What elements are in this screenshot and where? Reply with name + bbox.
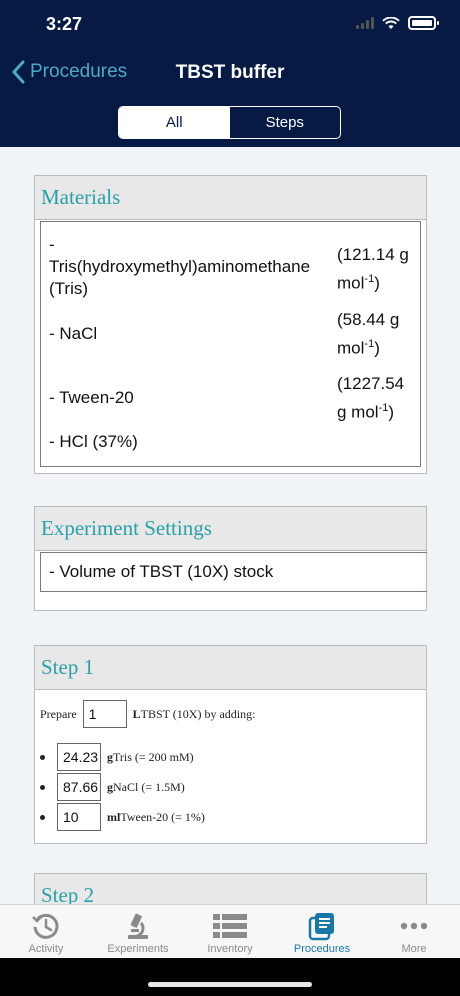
materials-card: Materials - Tris(hydroxymethyl)aminometh… [34, 175, 427, 474]
volume-text: TBST (10X) by adding: [140, 706, 256, 721]
material-name: - NaCl [49, 324, 98, 343]
microscope-icon [128, 913, 148, 939]
materials-header: Materials [35, 176, 426, 220]
more-icon [400, 922, 428, 930]
volume-unit: L [132, 706, 141, 721]
materials-title: Materials [41, 185, 121, 209]
ingredient-row: 10 ml Tween-20 (= 1%) [40, 802, 426, 832]
settings-title: Experiment Settings [41, 516, 212, 540]
clock-icon [32, 913, 59, 939]
volume-input[interactable]: 1 [82, 700, 127, 728]
content-scroll[interactable]: Materials - Tris(hydroxymethyl)aminometh… [0, 147, 460, 904]
procedures-icon [308, 913, 334, 941]
material-row: - Tris(hydroxymethyl)aminomethane (Tris)… [41, 222, 420, 302]
segment-all[interactable]: All [119, 107, 230, 138]
tab-label: Procedures [293, 943, 351, 955]
page-title: TBST buffer [175, 62, 285, 83]
tab-label: Activity [28, 943, 64, 955]
step1-header: Step 1 [35, 646, 426, 690]
step2-header: Step 2 [35, 874, 426, 904]
ingredient-list: 24.23 g Tris (= 200 mM) 87.66 g NaCl (= … [40, 742, 426, 832]
tris-amount-input[interactable]: 24.23 [57, 743, 101, 771]
tab-label: More [401, 943, 427, 955]
ingredient-text: Tris (= 200 mM) [113, 749, 194, 764]
material-row: - NaCl (58.44 g mol-1) [41, 302, 420, 366]
prepare-label: Prepare [40, 706, 77, 721]
battery-icon [408, 16, 439, 30]
status-time: 3:27 [46, 14, 83, 34]
ingredient-text: NaCl (= 1.5M) [113, 779, 185, 794]
list-icon [213, 914, 247, 938]
tab-bar: Activity Experiments Inventory Procedure… [0, 904, 460, 958]
screen: 3:27 Procedures TBST buffer All Steps Ma… [0, 0, 460, 996]
step2-title: Step 2 [41, 883, 95, 904]
step1-body: Prepare 1 L TBST (10X) by adding: 24.23 … [35, 690, 426, 832]
tab-label: Inventory [207, 943, 253, 955]
material-row: - Tween-20 (1227.54 g mol-1) [41, 366, 420, 430]
tab-experiments[interactable]: Experiments [92, 905, 184, 958]
status-icons [356, 16, 439, 30]
bullet [40, 754, 45, 760]
prepare-line: Prepare 1 L TBST (10X) by adding: [40, 700, 426, 728]
bullet [40, 814, 45, 820]
bullet [40, 784, 45, 790]
ingredient-row: 87.66 g NaCl (= 1.5M) [40, 772, 426, 802]
signal-icon [356, 17, 374, 29]
nav-header: 3:27 Procedures TBST buffer All Steps [0, 0, 460, 147]
tab-procedures[interactable]: Procedures [276, 905, 368, 958]
view-segmented-control: All Steps [118, 106, 341, 139]
step2-card: Step 2 [34, 873, 427, 904]
settings-header: Experiment Settings [35, 507, 426, 551]
material-name: - HCl (37%) [49, 432, 138, 451]
tab-label: Experiments [107, 943, 169, 955]
settings-card: Experiment Settings - Volume of TBST (10… [34, 506, 427, 611]
tab-activity[interactable]: Activity [0, 905, 92, 958]
ingredient-unit: ml [107, 809, 121, 824]
step1-title: Step 1 [41, 655, 95, 679]
home-bar [0, 958, 460, 996]
nacl-amount-input[interactable]: 87.66 [57, 773, 101, 801]
settings-item-volume[interactable]: - Volume of TBST (10X) stock [40, 552, 427, 592]
material-value: (121.14 g mol-1) [337, 245, 409, 293]
wifi-icon [382, 16, 400, 29]
ingredient-text: Tween-20 (= 1%) [120, 809, 205, 824]
tab-more[interactable]: More [368, 905, 460, 958]
tab-inventory[interactable]: Inventory [184, 905, 276, 958]
segment-steps[interactable]: Steps [230, 107, 341, 138]
home-indicator[interactable] [148, 982, 312, 987]
material-value: (58.44 g mol-1) [337, 309, 400, 358]
step1-card: Step 1 Prepare 1 L TBST (10X) by adding:… [34, 645, 427, 844]
material-value: (1227.54 g mol-1) [337, 373, 405, 422]
material-name: - Tween-20 [49, 388, 134, 407]
ingredient-row: 24.23 g Tris (= 200 mM) [40, 742, 426, 772]
material-row: - HCl (37%) [41, 430, 420, 466]
tween-amount-input[interactable]: 10 [57, 803, 101, 831]
material-name: - Tris(hydroxymethyl)aminomethane (Tris) [49, 235, 311, 298]
materials-list: - Tris(hydroxymethyl)aminomethane (Tris)… [40, 221, 421, 467]
